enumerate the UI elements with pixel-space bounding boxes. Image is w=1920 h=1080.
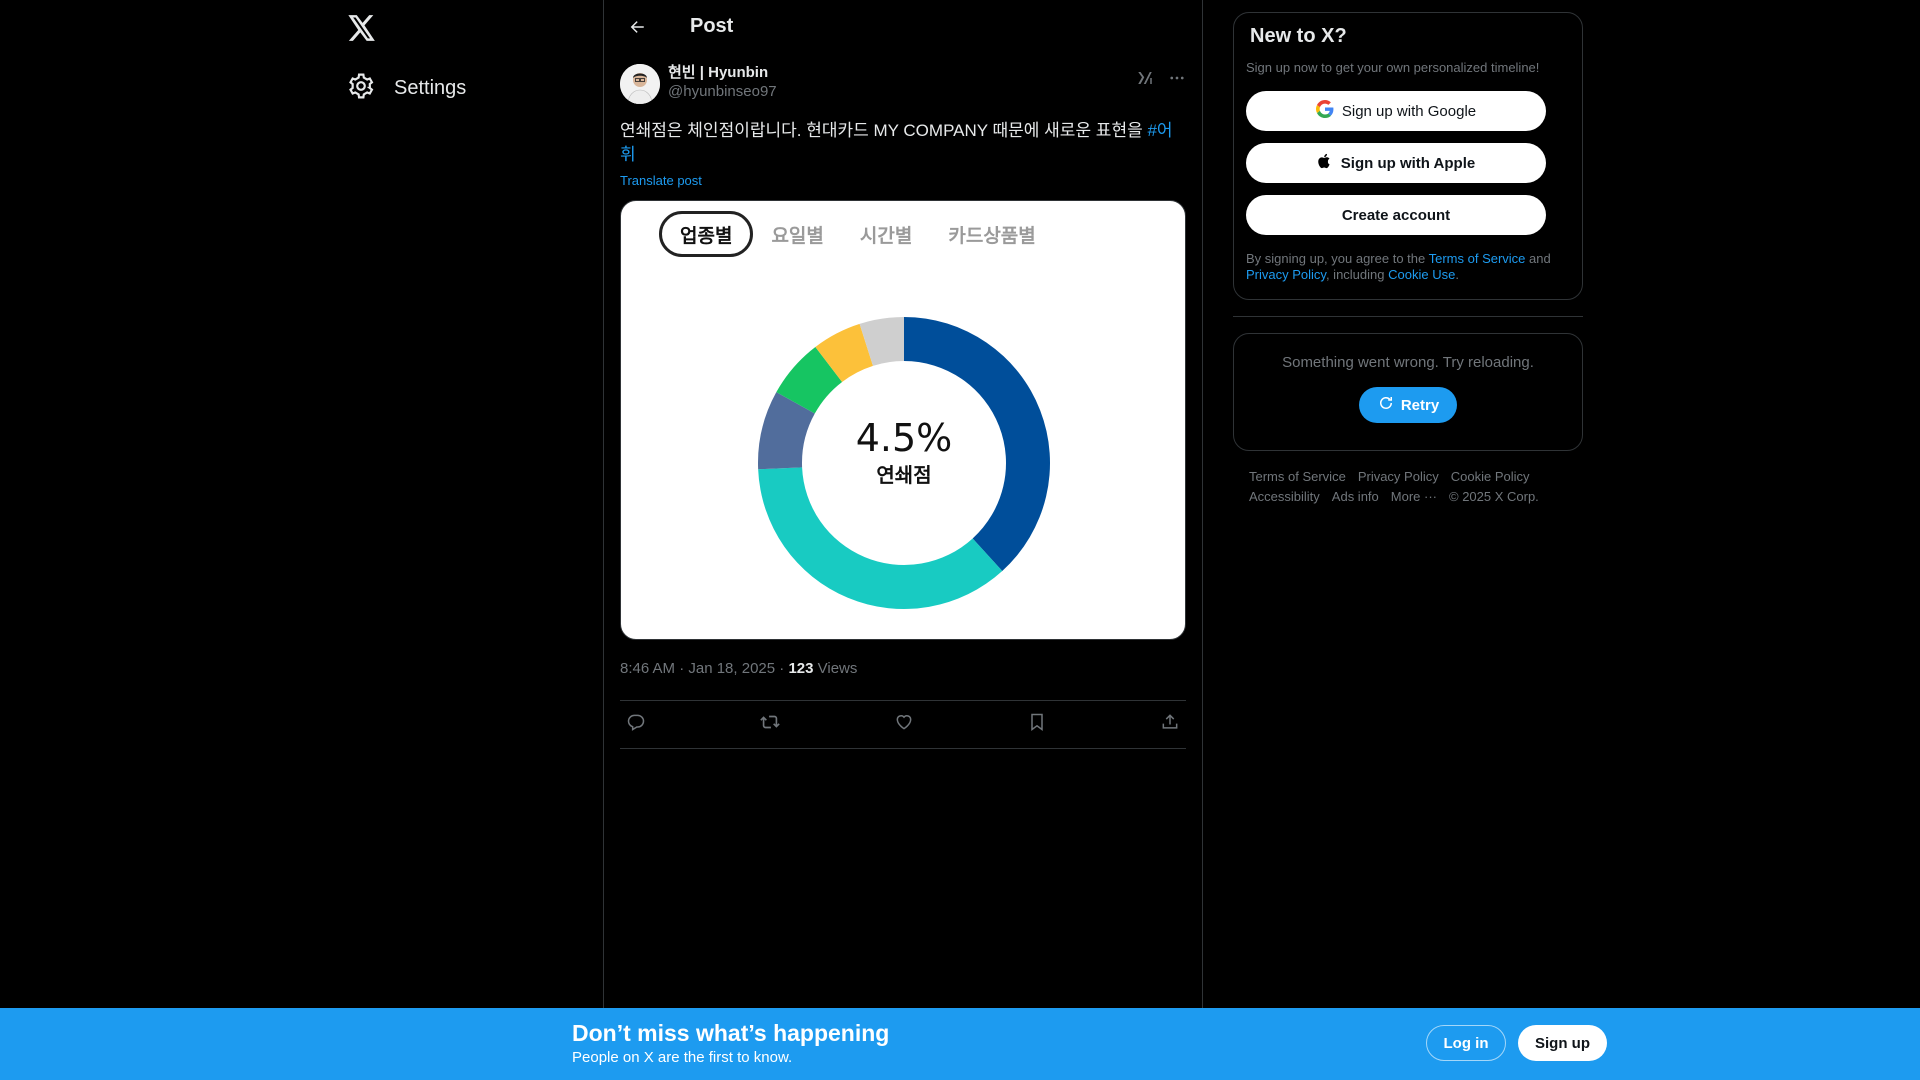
post: 현빈 | Hyunbin @hyunbinseo97 연쇄점은 체인점이랍니다.…	[604, 53, 1202, 749]
donut-chart: 4.5% 연쇄점	[758, 317, 1050, 609]
post-header: Post	[604, 0, 1202, 53]
gear-icon	[348, 73, 374, 104]
footer-link[interactable]: Accessibility	[1249, 489, 1320, 505]
post-author: 현빈 | Hyunbin @hyunbinseo97	[620, 63, 1186, 107]
create-account-label: Create account	[1341, 206, 1451, 224]
donut-slice-1	[758, 467, 1003, 609]
views-count: 123	[788, 660, 814, 677]
refresh-icon	[1377, 394, 1395, 416]
more-options-icon[interactable]	[1168, 69, 1186, 92]
error-card: Something went wrong. Try reloading. Ret…	[1233, 333, 1583, 451]
divider	[620, 748, 1186, 749]
views-label: Views	[813, 660, 858, 677]
google-icon	[1315, 100, 1334, 122]
settings-label: Settings	[394, 76, 467, 99]
back-arrow-icon[interactable]	[620, 10, 654, 44]
copyright: © 2025 X Corp.	[1449, 489, 1539, 504]
bookmark-icon[interactable]	[1027, 712, 1047, 737]
divider	[1233, 316, 1583, 317]
repost-icon[interactable]	[759, 711, 781, 738]
right-sidebar: New to X? Sign up now to get your own pe…	[1233, 12, 1583, 505]
x-logo-icon[interactable]	[348, 12, 388, 44]
google-signup-button[interactable]: Sign up with Google	[1246, 91, 1546, 131]
signup-terms: By signing up, you agree to the Terms of…	[1246, 251, 1566, 283]
bottom-bar-title: Don’t miss what’s happening	[572, 1020, 890, 1046]
retry-button[interactable]: Retry	[1358, 387, 1458, 423]
terms-and: and	[1525, 251, 1551, 266]
footer-link[interactable]: Privacy Policy	[1358, 469, 1439, 485]
handle[interactable]: @hyunbinseo97	[668, 82, 777, 102]
create-account-button[interactable]: Create account	[1246, 195, 1546, 235]
error-message: Something went wrong. Try reloading.	[1282, 354, 1534, 371]
bottom-bar-subtitle: People on X are the first to know.	[572, 1049, 793, 1066]
google-signup-label: Sign up with Google	[1341, 102, 1477, 120]
cookie-use-link[interactable]: Cookie Use	[1388, 267, 1455, 282]
signup-subtitle: Sign up now to get your own personalized…	[1246, 60, 1540, 75]
retry-label: Retry	[1400, 396, 1440, 414]
donut-center-label: 연쇄점	[876, 463, 931, 487]
left-nav: Settings	[340, 0, 600, 1008]
terms-prefix: By signing up, you agree to the	[1246, 251, 1429, 266]
signup-card: New to X? Sign up now to get your own pe…	[1233, 12, 1583, 300]
post-timestamp[interactable]: 8:46 AM · Jan 18, 2025 ·	[620, 660, 788, 677]
post-actions	[620, 700, 1186, 748]
grok-icon[interactable]	[1136, 69, 1154, 92]
like-icon[interactable]	[894, 712, 914, 737]
terms-including: , including	[1325, 267, 1389, 282]
nav-item-settings[interactable]: Settings	[348, 68, 466, 108]
donut-center-value: 4.5%	[856, 416, 953, 460]
footer-link[interactable]: Terms of Service	[1249, 469, 1346, 485]
footer-links: Terms of Service Privacy Policy Cookie P…	[1233, 469, 1563, 505]
login-button[interactable]: Log in	[1426, 1025, 1506, 1061]
reply-icon[interactable]	[626, 712, 646, 737]
apple-signup-label: Sign up with Apple	[1340, 154, 1476, 172]
terms-of-service-link[interactable]: Terms of Service	[1429, 251, 1526, 266]
terms-period: .	[1455, 267, 1459, 282]
signup-title: New to X?	[1250, 25, 1347, 47]
post-meta: 8:46 AM · Jan 18, 2025 · 123 Views	[620, 660, 1186, 684]
post-body: 연쇄점은 체인점이랍니다. 현대카드 MY COMPANY 때문에 새로운 표현…	[620, 121, 1148, 140]
translate-post-link[interactable]: Translate post	[620, 173, 1186, 188]
avatar[interactable]	[620, 64, 660, 104]
post-media-image[interactable]: 업종별 요일별 시간별 카드상품별 4.5% 연쇄점	[620, 200, 1186, 640]
share-icon[interactable]	[1160, 712, 1180, 737]
main-column: Post 현빈 | Hyunbin @hyunbinseo97 연쇄점은 체인점…	[603, 0, 1203, 1008]
bottom-signup-bar: Don’t miss what’s happening People on X …	[0, 1008, 1920, 1080]
signup-button[interactable]: Sign up	[1518, 1025, 1607, 1061]
footer-link[interactable]: Ads info	[1332, 489, 1379, 505]
footer-more-link[interactable]: More ···	[1391, 489, 1437, 505]
privacy-policy-link[interactable]: Privacy Policy	[1246, 267, 1326, 282]
post-text: 연쇄점은 체인점이랍니다. 현대카드 MY COMPANY 때문에 새로운 표현…	[620, 119, 1186, 167]
apple-signup-button[interactable]: Sign up with Apple	[1246, 143, 1546, 183]
page-title: Post	[690, 15, 734, 37]
display-name[interactable]: 현빈 | Hyunbin	[668, 63, 777, 82]
footer-link[interactable]: Cookie Policy	[1451, 469, 1530, 485]
apple-icon	[1317, 152, 1333, 174]
